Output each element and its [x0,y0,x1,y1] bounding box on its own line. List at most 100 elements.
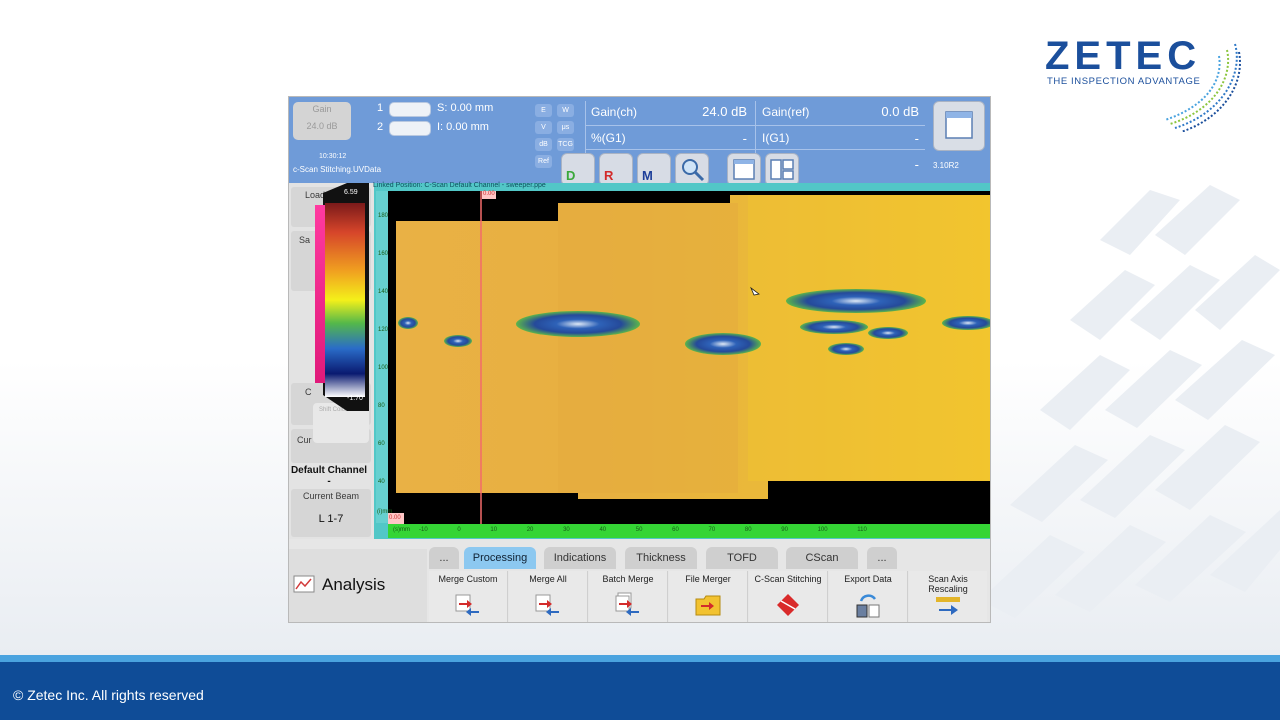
slot-1-number: 1 [377,102,384,114]
logo-swoosh-icon [1164,43,1241,132]
current-beam-button[interactable]: Current Beam L 1-7 [291,489,371,537]
file-merger-button[interactable]: File Merger [669,571,748,622]
x-tick-label: 70 [708,527,716,533]
gain-ref-label: Gain(ref) [762,105,810,119]
batch-merge-label: Batch Merge [602,574,654,584]
row3-value: - [914,157,919,172]
window-split-icon [770,159,794,180]
unit-v-button[interactable]: V [535,121,552,134]
unit-e-button[interactable]: E [535,104,552,117]
pct-g1-value: - [742,131,747,146]
x-tick-label: 50 [635,527,643,533]
tab-more-right[interactable]: ... [867,547,897,569]
gain-ref-value: 0.0 dB [881,104,919,119]
scan-axis-unit: (s)mm [393,527,410,533]
cscan-stitching-label: C-Scan Stitching [754,574,822,584]
gain-button[interactable]: Gain 24.0 dB [293,102,351,140]
slot-2-number: 2 [377,121,384,133]
tab-indications[interactable]: Indications [544,547,616,569]
file-merger-label: File Merger [685,574,731,584]
window-single-icon [733,159,755,180]
x-tick-label: 0 [457,527,461,533]
x-tick-label: 30 [563,527,570,533]
tab-processing[interactable]: Processing [464,547,536,569]
export-data-icon [856,594,880,618]
gain-button-label: Gain [312,104,332,114]
cscan-image[interactable] [388,191,991,524]
merge-custom-button[interactable]: Merge Custom [429,571,508,622]
unit-db-button[interactable]: dB [535,138,552,151]
rescaling-icon [936,597,960,615]
batch-merge-button[interactable]: Batch Merge [589,571,668,622]
software-window: Gain 24.0 dB 10:30:12 c-Scan Stitching.U… [288,96,991,623]
export-data-button[interactable]: Export Data [829,571,908,622]
merge-all-icon [535,594,559,616]
tool-d-button[interactable]: D [561,153,595,186]
zetec-logo: ZETEC THE INSPECTION ADVANTAGE [1045,34,1245,132]
version-label: 3.10R2 [933,161,959,170]
i-g1-label: I(G1) [762,131,790,145]
current-beam-caption: Current Beam [302,491,360,501]
unit-tcg-button[interactable]: TCG [557,138,574,151]
slot-1-button[interactable] [389,102,431,117]
file-merger-icon [695,595,721,616]
tool-m-label: M [642,168,653,183]
index-axis-ticks: 180 160 140 120 100 80 60 40 [378,197,388,501]
cur-label: Cur [297,435,312,445]
gain-button-value: 24.0 dB [306,121,338,131]
footer-accent-line [0,655,1280,662]
divider [585,149,925,150]
y-tick-label: 60 [378,441,385,447]
merge-all-label: Merge All [529,574,567,584]
zoom-button[interactable] [675,153,709,186]
channel-label: Default Channel - [290,465,368,487]
unit-w-button[interactable]: W [557,104,574,117]
tab-thickness[interactable]: Thickness [625,547,697,569]
decorative-grid-graphic [980,185,1280,618]
x-tick-label: -10 [419,527,428,533]
tab-more-left[interactable]: ... [429,547,459,569]
ribbon-tabs: ... Processing Indications Thickness TOF… [429,547,990,571]
cscan-stitching-button[interactable]: C-Scan Stitching [749,571,828,622]
cscan-view-title: Linked Position: C-Scan Default Channel … [373,182,546,189]
current-beam-value: L 1-7 [318,513,344,525]
pct-g1-label: %(G1) [591,131,626,145]
window-layout-button[interactable] [933,101,985,151]
y-tick-label: 100 [378,365,389,371]
y-tick-label: 40 [378,479,385,485]
x-tick-label: 40 [599,527,607,533]
divider [585,125,925,126]
analysis-label: Analysis [322,575,386,594]
x-tick-label: 20 [526,527,534,533]
copyright-text: © Zetec Inc. All rights reserved [13,687,204,703]
y-tick-label: 180 [378,213,389,219]
tab-cscan[interactable]: CScan [786,547,858,569]
tab-tofd[interactable]: TOFD [706,547,778,569]
i-g1-value: - [914,131,919,146]
gain-ch-label: Gain(ch) [591,105,638,119]
corner-tag: 0.00 [389,515,401,521]
scan-axis-ticks: -10 0 10 20 30 40 50 60 70 80 90 100 110 [419,527,989,533]
unit-us-button[interactable]: μs [557,121,574,134]
layout-single-button[interactable] [727,153,761,186]
file-name: c-Scan Stitching.UVData [293,165,382,174]
export-data-label: Export Data [844,574,892,584]
analysis-chart-icon [293,575,315,593]
top-status-bar: Gain 24.0 dB 10:30:12 c-Scan Stitching.U… [289,97,990,186]
tool-m-button[interactable]: M [637,153,671,186]
tool-r-label: R [604,168,614,183]
layout-split-button[interactable] [765,153,799,186]
merge-all-button[interactable]: Merge All [509,571,588,622]
x-tick-label: 90 [781,527,788,533]
palette-min-value: -1.70 [347,395,363,402]
slot-1-readout: S: 0.00 mm [437,102,494,114]
cursor-tag: 0.00 [483,191,495,197]
unit-ref-button[interactable]: Ref [535,155,552,168]
slot-2-button[interactable] [389,121,431,136]
slot-2-readout: I: 0.00 mm [437,121,489,133]
scan-axis-rescaling-button[interactable]: Scan Axis Rescaling [909,571,987,622]
y-tick-label: 120 [378,327,389,333]
tool-r-button[interactable]: R [599,153,633,186]
footer-bar: © Zetec Inc. All rights reserved [0,662,1280,720]
tool-d-label: D [566,168,576,183]
